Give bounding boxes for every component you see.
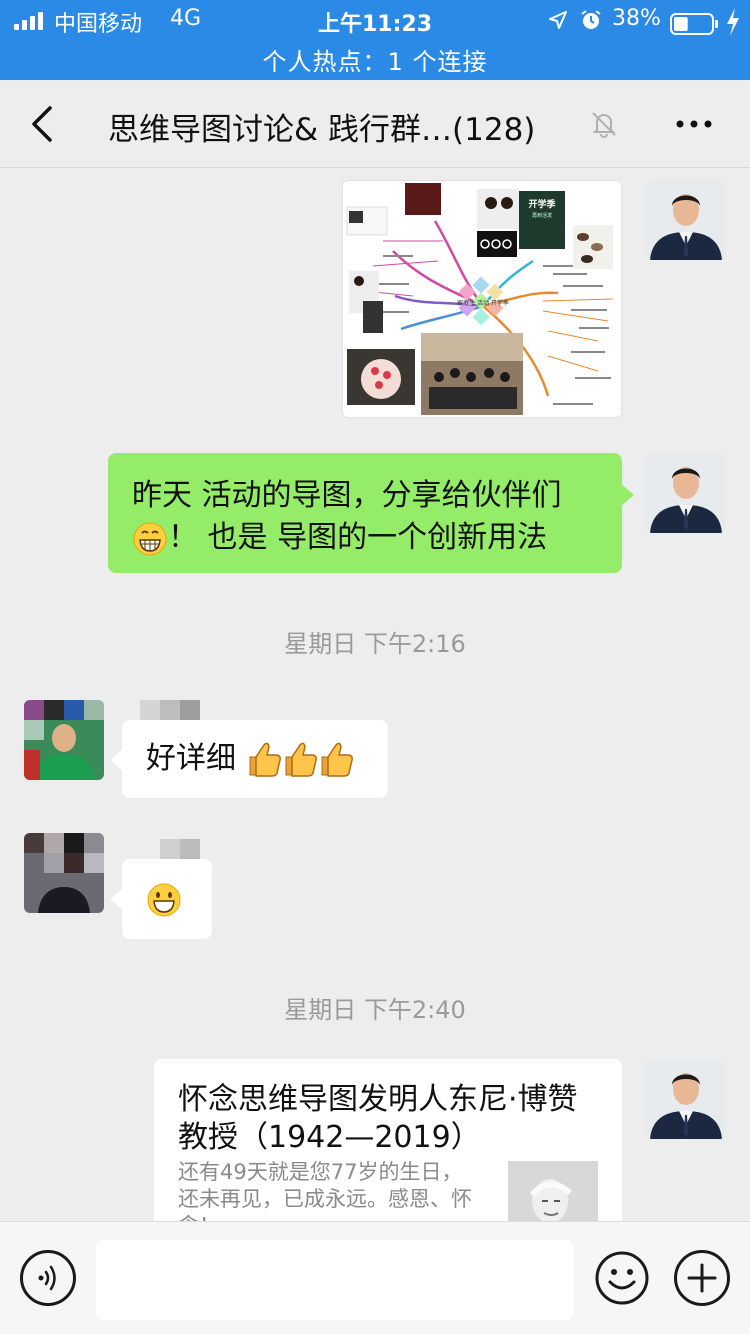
alarm-icon: [581, 10, 601, 29]
more-icon[interactable]: [674, 110, 714, 138]
avatar[interactable]: [646, 180, 726, 260]
charging-icon: [727, 8, 739, 36]
person-avatar-icon: [646, 453, 726, 533]
message-text-line1: 昨天 活动的导图，分享给伙伴们: [132, 478, 562, 513]
mute-icon: [592, 112, 616, 138]
image-message[interactable]: 家庭生 活动 开学季 开学季 再到活泼: [342, 180, 622, 418]
avatar[interactable]: [646, 453, 726, 533]
link-thumbnail: [508, 1161, 598, 1221]
chat-header: 思维导图讨论& 践行群…(128): [0, 80, 750, 168]
received-message-bubble[interactable]: [110, 859, 212, 939]
battery-percent: 38%: [612, 6, 661, 31]
timestamp: 星期日 下午2:40: [284, 996, 466, 1024]
timestamp: 星期日 下午2:16: [284, 630, 466, 658]
mindmap-image: 家庭生 活动 开学季 开学季 再到活泼: [343, 181, 621, 417]
voice-icon: [38, 1265, 56, 1291]
avatar[interactable]: [646, 1059, 726, 1139]
link-title: 怀念思维导图发明人东尼·博赞教授（1942—2019）: [178, 1082, 578, 1155]
emoji-button[interactable]: [594, 1250, 650, 1306]
plus-icon: [687, 1263, 717, 1293]
input-bar: [0, 1221, 750, 1334]
message-text-rest: ！ 也是 导图的一个创新用法: [168, 520, 548, 555]
message-text-line2: ！ 也是 导图的一个创新用法: [132, 517, 598, 559]
more-actions-button[interactable]: [674, 1250, 730, 1306]
avatar[interactable]: [24, 833, 104, 913]
avatar[interactable]: [24, 700, 104, 780]
blurred-avatar-icon: [24, 833, 104, 913]
message-text: 好详细: [146, 741, 236, 776]
blurred-avatar-icon: [24, 700, 104, 780]
person-avatar-icon: [646, 180, 726, 260]
link-description: 还有49天就是您77岁的生日，还未再见，已成永远。感恩、怀念！: [178, 1160, 472, 1221]
emoji-icon: [595, 1251, 649, 1305]
person-avatar-icon: [646, 1059, 726, 1139]
mindmap-tag1: 开学季: [528, 198, 556, 210]
article-link-card[interactable]: 怀念思维导图发明人东尼·博赞教授（1942—2019） 还有49天就是您77岁的…: [154, 1059, 622, 1221]
thumbs-up-emoji: [249, 742, 353, 777]
smile-emoji: [147, 883, 181, 916]
voice-button[interactable]: [20, 1250, 76, 1306]
sender-name-blurred: [140, 700, 200, 720]
battery-icon: [670, 13, 718, 35]
received-message-bubble[interactable]: 好详细: [110, 720, 388, 798]
hotspot-banner[interactable]: 个人热点：1 个连接: [0, 42, 750, 77]
sender-name-blurred: [160, 839, 200, 859]
grin-emoji: [133, 522, 167, 555]
back-icon[interactable]: [26, 102, 60, 146]
mindmap-center-label: 家庭生 活动 开学季: [457, 299, 509, 307]
mindmap-tag2: 再到活泼: [532, 212, 552, 219]
status-bar: 中国移动 4G 上午11:23 38% 个人热点：1 个连接: [0, 0, 750, 80]
chat-title: 思维导图讨论& 践行群…(128): [108, 112, 536, 148]
sent-message-bubble[interactable]: 昨天 活动的导图，分享给伙伴们 ！ 也是 导图的一个创新用法: [108, 453, 634, 573]
location-icon: [549, 11, 567, 29]
message-input[interactable]: [96, 1240, 574, 1320]
message-list[interactable]: 家庭生 活动 开学季 开学季 再到活泼 昨天 活动的导图，分享给伙伴们 ！ 也是…: [0, 169, 750, 1221]
